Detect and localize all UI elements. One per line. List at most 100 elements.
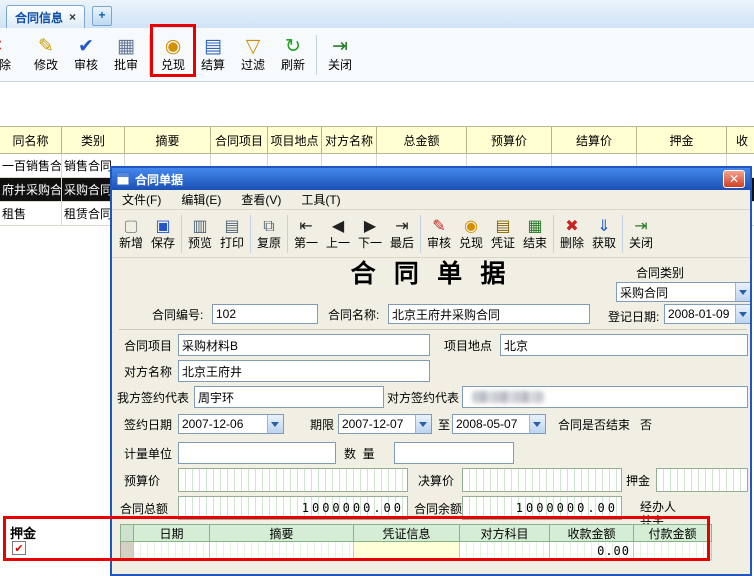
toolbar-button-label: 上一 (326, 236, 350, 250)
budget-price-field[interactable] (178, 468, 408, 492)
detail-row-header (120, 542, 134, 560)
menu-item-0[interactable]: 文件(F) (112, 189, 171, 210)
contract-ended-value: 否 (640, 418, 652, 432)
toolbar-separator (622, 215, 623, 253)
main-toolbar-exit-button[interactable]: ⇥关闭 (320, 30, 360, 80)
main-toolbar-filter-button[interactable]: ▽过滤 (233, 30, 273, 80)
grid-column-header[interactable]: 对方名称 (322, 126, 377, 154)
party-input[interactable]: 北京王府井 (178, 360, 430, 382)
reg-date-combo[interactable]: 2008-01-09 (664, 304, 752, 324)
menu-item-3[interactable]: 工具(T) (291, 189, 350, 210)
main-toolbar-edit-button[interactable]: ✎修改 (26, 30, 66, 80)
deposit-field[interactable] (656, 468, 748, 492)
main-toolbar-refresh-button[interactable]: ↻刷新 (273, 30, 313, 80)
balance-label: 合同余额 (414, 502, 462, 516)
dialog-toolbar-preview-button[interactable]: ▥预览 (184, 211, 216, 256)
detail-cell[interactable] (134, 542, 210, 560)
chevron-down-icon[interactable] (267, 415, 283, 433)
dialog-toolbar-fetch-button[interactable]: ⇓获取 (588, 211, 620, 256)
grid-column-header[interactable]: 项目地点 (268, 126, 322, 154)
detail-column-header[interactable]: 凭证信息 (354, 524, 460, 542)
total-amount-field[interactable]: 1000000.00 (178, 496, 408, 520)
approve-icon: ▦ (117, 36, 135, 58)
dialog-toolbar-exit-button[interactable]: ⇥关闭 (625, 211, 657, 256)
dialog-toolbar-restore-button[interactable]: ⧉复原 (253, 211, 285, 256)
contract-type-combo[interactable]: 采购合同 (616, 282, 752, 302)
final-price-label: 决算价 (418, 474, 454, 488)
contract-no-input[interactable]: 102 (212, 304, 318, 324)
dialog-toolbar-cash-button[interactable]: ◉兑现 (455, 211, 487, 256)
tab-close-icon[interactable]: × (69, 10, 76, 24)
grid-column-header[interactable]: 同名称 (0, 126, 62, 154)
dialog-titlebar[interactable]: 合同单据 ✕ (112, 168, 750, 190)
dialog-toolbar-delete-button[interactable]: ✖删除 (556, 211, 588, 256)
chevron-down-icon[interactable] (529, 415, 545, 433)
qty-label: 数 量 (344, 447, 375, 461)
tab-contract-info[interactable]: 合同信息 × (6, 5, 85, 28)
chevron-down-icon[interactable] (735, 283, 751, 301)
grid-column-header[interactable]: 押金 (637, 126, 727, 154)
dialog-toolbar-finish-button[interactable]: ▦结束 (519, 211, 551, 256)
term-from-combo[interactable]: 2007-12-07 (338, 414, 432, 434)
dialog-toolbar-print-button[interactable]: ▤打印 (216, 211, 248, 256)
dialog-close-button[interactable]: ✕ (723, 170, 745, 188)
contract-name-input[interactable]: 北京王府井采购合同 (388, 304, 590, 324)
dialog-toolbar-last-button[interactable]: ⇥最后 (386, 211, 418, 256)
dialog-toolbar-voucher-button[interactable]: ▤凭证 (487, 211, 519, 256)
close-icon: ✕ (729, 172, 739, 186)
qty-input[interactable] (394, 442, 514, 464)
grid-column-header[interactable]: 合同项目 (211, 126, 268, 154)
new-tab-button[interactable]: + (92, 6, 112, 26)
toolbar-button-label: 保存 (151, 236, 175, 250)
detail-column-header[interactable]: 摘要 (210, 524, 354, 542)
dialog-toolbar-save-button[interactable]: ▣保存 (147, 211, 179, 256)
payment-detail-table: 日期摘要凭证信息对方科目收款金额付款金额 0.00 (120, 524, 714, 560)
main-toolbar-cash-button[interactable]: ◉兑现 (153, 30, 193, 80)
site-input[interactable]: 北京 (500, 334, 748, 356)
grid-column-header[interactable]: 预算价 (467, 126, 552, 154)
audit-icon: ✔ (78, 36, 94, 58)
detail-cell[interactable] (210, 542, 354, 560)
grid-column-header[interactable]: 总金额 (377, 126, 467, 154)
detail-cell[interactable] (354, 542, 460, 560)
chevron-down-icon[interactable] (735, 305, 751, 323)
chevron-down-icon[interactable] (415, 415, 431, 433)
main-toolbar-approve-button[interactable]: ▦批审 (106, 30, 146, 80)
toolbar-button-label: 过滤 (241, 58, 265, 73)
grid-column-header[interactable]: 类别 (62, 126, 125, 154)
dialog-toolbar-pen-button[interactable]: ✎审核 (423, 211, 455, 256)
project-input[interactable]: 采购材料B (178, 334, 430, 356)
their-rep-input[interactable] (462, 386, 748, 408)
final-price-field[interactable] (462, 468, 622, 492)
balance-field[interactable]: 1000000.00 (462, 496, 622, 520)
detail-column-header[interactable]: 收款金额 (550, 524, 634, 542)
unit-input[interactable] (178, 442, 336, 464)
dialog-toolbar-next-button[interactable]: ▶下一 (354, 211, 386, 256)
term-to-combo[interactable]: 2008-05-07 (452, 414, 546, 434)
detail-cell[interactable]: 0.00 (550, 542, 634, 560)
toolbar-button-label: 下一 (358, 236, 382, 250)
main-toolbar-delete-button[interactable]: ✖删除 (0, 30, 26, 80)
dialog-toolbar-prev-button[interactable]: ◀上一 (322, 211, 354, 256)
detail-cell[interactable] (460, 542, 550, 560)
sign-date-combo[interactable]: 2007-12-06 (178, 414, 284, 434)
menu-item-2[interactable]: 查看(V) (231, 189, 291, 210)
menu-item-1[interactable]: 编辑(E) (171, 189, 231, 210)
detail-column-header[interactable]: 对方科目 (460, 524, 550, 542)
detail-cell[interactable] (634, 542, 712, 560)
grid-column-header[interactable]: 摘要 (125, 126, 211, 154)
detail-column-header[interactable]: 日期 (134, 524, 210, 542)
detail-column-header[interactable]: 付款金额 (634, 524, 712, 542)
receive-amount-value: 0.00 (597, 544, 633, 558)
budget-price-label: 预算价 (124, 474, 160, 488)
edit-icon: ✎ (38, 36, 54, 58)
contract-name-value: 北京王府井采购合同 (392, 306, 500, 323)
grid-column-header[interactable]: 收 (727, 126, 754, 154)
main-toolbar-audit-button[interactable]: ✔审核 (66, 30, 106, 80)
dialog-toolbar-new-button[interactable]: ▢新增 (115, 211, 147, 256)
dialog-toolbar-first-button[interactable]: ⇤第一 (290, 211, 322, 256)
main-toolbar-settle-button[interactable]: ▤结算 (193, 30, 233, 80)
our-rep-input[interactable]: 周宇环 (194, 386, 384, 408)
deposit-checkbox[interactable]: ✔ (12, 541, 26, 555)
grid-column-header[interactable]: 结算价 (552, 126, 637, 154)
